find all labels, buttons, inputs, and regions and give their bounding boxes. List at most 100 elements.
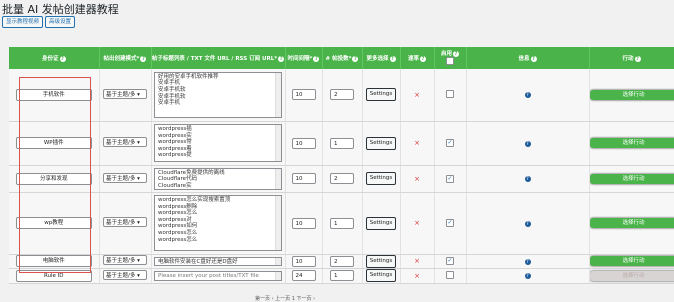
help-icon: ? (60, 56, 66, 62)
title-line: wordpress常 (158, 139, 278, 146)
titles-textarea[interactable]: 电脑软件安装在C盘好还是D盘好 (154, 257, 282, 266)
activate-checkbox[interactable] (446, 90, 454, 98)
titles-textarea[interactable]: wordpress插wordpress实wordpress常wordpress着… (154, 124, 282, 162)
settings-button[interactable]: Settings (366, 88, 397, 101)
select-action-button[interactable]: 选择行动 (590, 218, 674, 228)
interval-input[interactable]: 10 (292, 173, 316, 184)
title-line: 安卓手机 (158, 80, 278, 87)
interval-input[interactable]: 10 (292, 218, 316, 229)
activate-checkbox[interactable]: ✓ (446, 175, 454, 183)
info-icon[interactable]: ? (525, 92, 531, 98)
interval-input[interactable]: 24 (292, 270, 316, 281)
activate-checkbox[interactable]: ✓ (446, 139, 454, 147)
title-line: Please insert your post titles/TXT file (158, 273, 278, 280)
mode-select[interactable]: 基于主题/多 ▾ (103, 137, 147, 147)
show-tutorial-button[interactable]: 显示教程视频 (2, 16, 43, 28)
col-titles: 帖子标题列表 / TXT 文件 URL / RSS 订阅 URL*? (151, 47, 285, 69)
rule-name-field[interactable]: 分享和发现 (16, 173, 92, 185)
col-count: # 帖投数*? (322, 47, 362, 69)
count-input[interactable]: 1 (330, 270, 354, 281)
select-action-button[interactable]: 选择行动 (590, 138, 674, 148)
info-icon[interactable]: ? (525, 176, 531, 182)
rule-name-field[interactable]: wp教程 (16, 217, 92, 229)
table-row: 手机软件 基于主题/多 ▾ 好用的安卓手机软件推荐安卓手机安卓手机软安卓手机软安… (9, 69, 674, 121)
rate-status-icon: × (414, 272, 420, 280)
table-row: wp教程 基于主题/多 ▾ wordpress怎么实现搜索置顶wordpress… (9, 192, 674, 254)
titles-textarea[interactable]: Please insert your post titles/TXT file (154, 271, 282, 281)
select-action-button[interactable]: 选择行动 (590, 90, 674, 100)
info-icon[interactable]: ? (525, 141, 531, 147)
activate-checkbox[interactable]: ✓ (446, 219, 454, 227)
settings-button[interactable]: Settings (366, 172, 397, 185)
col-identity: 身份证? (9, 47, 99, 69)
info-icon[interactable]: ? (525, 273, 531, 279)
info-icon[interactable]: ? (525, 221, 531, 227)
settings-button[interactable]: Settings (366, 217, 397, 230)
select-all-checkbox[interactable] (446, 57, 454, 65)
title-line: Cloudflare代码 (158, 176, 278, 183)
count-input[interactable]: 2 (330, 89, 354, 100)
col-activate: 启用? (434, 47, 466, 69)
help-icon: ? (420, 56, 426, 62)
title-line: wordpress怎么 (158, 210, 278, 217)
scrollbar[interactable] (275, 169, 281, 189)
count-input[interactable]: 1 (330, 218, 354, 229)
interval-input[interactable]: 10 (292, 138, 316, 149)
scrollbar[interactable] (275, 73, 281, 117)
table-header: 身份证? 帖出创建模式*? 帖子标题列表 / TXT 文件 URL / RSS … (9, 47, 674, 69)
rules-table: 身份证? 帖出创建模式*? 帖子标题列表 / TXT 文件 URL / RSS … (9, 47, 674, 284)
col-mode: 帖出创建模式*? (99, 47, 151, 69)
scrollbar[interactable] (275, 272, 281, 280)
rate-status-icon: × (414, 175, 420, 183)
scrollbar[interactable] (275, 258, 281, 265)
rate-status-icon: × (414, 219, 420, 227)
title-line: Cloudflare实 (158, 183, 278, 190)
help-icon: ? (313, 56, 319, 62)
rule-name-field[interactable]: 手机软件 (16, 89, 92, 101)
page-title: 批量 AI 发帖创建器教程 (2, 1, 119, 17)
activate-checkbox[interactable] (446, 271, 454, 279)
settings-button[interactable]: Settings (366, 255, 397, 268)
col-action: 行动? (589, 47, 674, 69)
select-action-button[interactable]: 选择行动 (590, 174, 674, 184)
rate-status-icon: × (414, 257, 420, 265)
title-line: wordpress怎么 (158, 237, 278, 244)
title-line: wordpress提 (158, 152, 278, 159)
select-action-button[interactable]: 选择行动 (590, 256, 674, 266)
title-line: wordpress如何 (158, 223, 278, 230)
rate-status-icon: × (414, 139, 420, 147)
title-line: 安卓手机软 (158, 87, 278, 94)
titles-textarea[interactable]: Cloudflare免费提供的离线Cloudflare代码Cloudflare实 (154, 168, 282, 190)
rule-name-field[interactable]: 电脑软件 (16, 255, 92, 267)
count-input[interactable]: 2 (330, 173, 354, 184)
interval-input[interactable]: 10 (292, 89, 316, 100)
select-action-button[interactable]: 选择行动 (590, 271, 674, 281)
count-input[interactable]: 1 (330, 138, 354, 149)
titles-textarea[interactable]: 好用的安卓手机软件推荐安卓手机安卓手机软安卓手机软安卓手机 (154, 72, 282, 118)
scrollbar[interactable] (275, 196, 281, 250)
scrollbar[interactable] (275, 125, 281, 161)
interval-input[interactable]: 10 (292, 256, 316, 267)
info-icon[interactable]: ? (525, 259, 531, 265)
mode-select[interactable]: 基于主题/多 ▾ (103, 217, 147, 227)
help-icon: ? (278, 56, 284, 62)
mode-select[interactable]: 基于主题/多 ▾ (103, 255, 147, 265)
mode-select[interactable]: 基于主题/多 ▾ (103, 89, 147, 99)
count-input[interactable]: 2 (330, 256, 354, 267)
settings-button[interactable]: Settings (366, 137, 397, 150)
rule-name-field[interactable]: WP插件 (16, 137, 92, 149)
activate-checkbox[interactable]: ✓ (446, 257, 454, 265)
mode-select[interactable]: 基于主题/多 ▾ (103, 173, 147, 183)
title-line: 电脑软件安装在C盘好还是D盘好 (158, 259, 278, 266)
rule-name-field[interactable]: Rule ID (16, 270, 92, 282)
titles-textarea[interactable]: wordpress怎么实现搜索置顶wordpress删除wordpress怎么w… (154, 195, 282, 251)
title-line: wordpress怎么 (158, 230, 278, 237)
mode-select[interactable]: 基于主题/多 ▾ (103, 270, 147, 280)
settings-button[interactable]: Settings (366, 269, 397, 282)
title-line: wordpress插 (158, 126, 278, 133)
help-icon: ? (635, 56, 641, 62)
advanced-settings-button[interactable]: 高级设置 (45, 16, 75, 28)
table-row: 电脑软件 基于主题/多 ▾ 电脑软件安装在C盘好还是D盘好 10 2 Setti… (9, 254, 674, 268)
help-icon: ? (390, 56, 396, 62)
help-icon: ? (140, 56, 146, 62)
